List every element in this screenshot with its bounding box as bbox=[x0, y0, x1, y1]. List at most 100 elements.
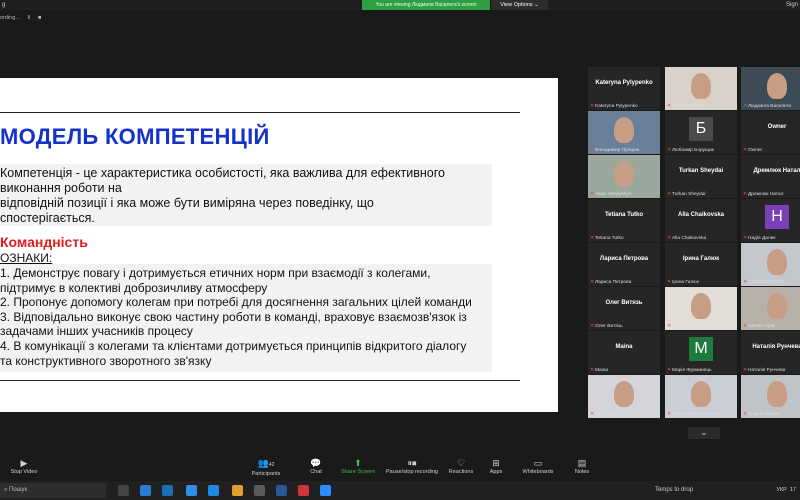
participant-face bbox=[767, 381, 787, 407]
muted-mic-icon: ✕ bbox=[590, 148, 595, 153]
sign-in-link[interactable]: Sign bbox=[786, 0, 798, 10]
language-indicator: УКР bbox=[776, 487, 787, 493]
top-bar: g You are viewing Людмила Василега's scr… bbox=[0, 0, 800, 10]
chevron-down-icon: ⌄ bbox=[700, 428, 708, 437]
reactions-label: Reactions bbox=[448, 469, 474, 475]
participant-name-label: ✕Ната Barbe bbox=[590, 412, 621, 417]
notes-button[interactable]: ▤ Notes bbox=[570, 457, 594, 475]
definition-line: відповідній позиції і яка може бути вимі… bbox=[0, 196, 374, 210]
browser-icon[interactable] bbox=[208, 485, 219, 496]
whiteboards-button[interactable]: ▭ Whiteboards bbox=[518, 457, 558, 475]
participant-tile[interactable]: Turkan Sheydai ✕Turkan Sheydai bbox=[665, 155, 737, 198]
store-icon[interactable] bbox=[186, 485, 197, 496]
participant-face bbox=[614, 161, 634, 187]
taskbar-search-box[interactable]: ⌕ Пошук bbox=[0, 483, 106, 498]
participant-tile[interactable]: ✕Galyna Kryvenko bbox=[741, 243, 800, 286]
zoom-icon[interactable] bbox=[320, 485, 331, 496]
participant-name-label: ✕Vitalii Vasylyshyn bbox=[590, 192, 632, 197]
reactions-button[interactable]: ♡ Reactions bbox=[446, 457, 476, 475]
recording-indicator: ording... II ■ bbox=[0, 12, 47, 24]
stop-recording-icon[interactable]: ■ bbox=[38, 12, 41, 24]
participant-name-label: ✕Дремлюк Натал bbox=[743, 192, 784, 197]
chat-button[interactable]: 💬 Chat bbox=[302, 457, 330, 475]
meeting-toolbar: ▶︎ Stop Video 👥42 Participants 💬 Chat ⬆ … bbox=[0, 455, 800, 481]
muted-mic-icon: ✕ bbox=[743, 280, 748, 285]
stop-video-button[interactable]: ▶︎ Stop Video bbox=[6, 457, 42, 475]
list-item: 1. Демонструє повагу і дотримується етич… bbox=[0, 266, 431, 280]
signs-label: ОЗНАКИ: bbox=[0, 251, 53, 265]
participant-tile[interactable]: Maina ✕Maina bbox=[588, 331, 660, 374]
muted-mic-icon: ✕ bbox=[743, 236, 748, 241]
participant-name-label: ✕Любомир Борущак bbox=[667, 148, 714, 153]
apps-grid-icon: ⊞ bbox=[492, 458, 500, 468]
participant-name-label: ✕Наталія Рунчева bbox=[743, 368, 786, 373]
participant-tile[interactable]: ✕Лілія Хайдарова bbox=[665, 287, 737, 330]
participant-face bbox=[767, 293, 787, 319]
pause-stop-icon: ⏸⏹ bbox=[407, 458, 417, 468]
participants-count: 42 bbox=[268, 462, 275, 468]
participant-tile[interactable]: ✕Людмила Василега bbox=[741, 67, 800, 110]
participant-tile[interactable]: ✕Natalia Opar bbox=[741, 287, 800, 330]
participant-tile[interactable]: Б ✕Любомир Борущак bbox=[665, 111, 737, 154]
pause-recording-icon[interactable]: II bbox=[27, 12, 30, 24]
participant-display-name: Kateryna Pylypenko bbox=[595, 80, 653, 86]
slide-top-divider bbox=[0, 112, 520, 113]
participant-tile[interactable]: ✕Володимир Процюк bbox=[588, 111, 660, 154]
outlook-icon[interactable] bbox=[162, 485, 173, 496]
participant-tile[interactable]: Owner ✕Owner bbox=[741, 111, 800, 154]
muted-mic-icon: ✕ bbox=[667, 192, 672, 197]
participant-tile[interactable]: Наталія Рунчева ✕Наталія Рунчева bbox=[741, 331, 800, 374]
system-tray[interactable]: УКР 17 bbox=[776, 481, 796, 500]
view-options-button[interactable]: View Options ⌄ bbox=[490, 0, 548, 10]
stop-video-label: Stop Video bbox=[10, 469, 38, 475]
participant-name-label: ✕Олег Витязь bbox=[590, 324, 623, 329]
participant-tile[interactable]: Tetiana Tutko ✕Tetiana Tutko bbox=[588, 199, 660, 242]
participant-tile[interactable]: ✕Vitalii Vasylyshyn bbox=[588, 155, 660, 198]
participant-name-label: ✕Ірина Галюк bbox=[667, 280, 699, 285]
participant-tile[interactable]: ✕Андрій Шатіль bbox=[741, 375, 800, 418]
apps-label: Apps bbox=[489, 469, 503, 475]
participant-tile[interactable]: ✕Ната Barbe bbox=[588, 375, 660, 418]
participant-tile[interactable]: М ✕Марія Фурманець bbox=[665, 331, 737, 374]
word-icon[interactable] bbox=[276, 485, 287, 496]
wps-icon[interactable] bbox=[298, 485, 309, 496]
gallery-next-page-button[interactable]: ⌄ bbox=[688, 427, 720, 439]
edge-icon[interactable] bbox=[140, 485, 151, 496]
participant-name-label: ✕Марія Фурманець bbox=[667, 368, 712, 373]
pause-recording-button[interactable]: ⏸⏹ Pause/stop recording bbox=[384, 457, 440, 475]
participant-tile[interactable]: Kateryna Pylypenko ✕Kateryna Pylypenko bbox=[588, 67, 660, 110]
participant-name-label: ✕Лариса Петрова bbox=[590, 280, 632, 285]
participant-face bbox=[767, 249, 787, 275]
task-view-icon[interactable] bbox=[118, 485, 129, 496]
shared-screen-slide: МОДЕЛЬ КОМПЕТЕНЦІЙ Компетенція - це хара… bbox=[0, 78, 558, 412]
participants-button[interactable]: 👥42 Participants bbox=[244, 457, 288, 477]
participant-name-label: ✕Owner bbox=[743, 148, 763, 153]
participant-tile[interactable]: Олег Витязь ✕Олег Витязь bbox=[588, 287, 660, 330]
muted-mic-icon: ✕ bbox=[743, 368, 748, 373]
weather-widget[interactable]: Temps to drop bbox=[655, 481, 693, 500]
recording-label: ording... bbox=[0, 15, 20, 21]
participant-tile[interactable]: Н ✕Надія Далик bbox=[741, 199, 800, 242]
definition-line: виконання роботи на bbox=[0, 181, 122, 195]
participant-name-label: ✕Володимир Процюк bbox=[590, 148, 639, 153]
app-icon[interactable] bbox=[254, 485, 265, 496]
participant-tile[interactable]: ✕Олександр Пристемс bbox=[665, 375, 737, 418]
participant-display-name: Лариса Петрова bbox=[599, 256, 649, 262]
share-screen-button[interactable]: ⬆ Share Screen bbox=[340, 457, 376, 475]
signs-list: 1. Демонструє повагу і дотримується етич… bbox=[0, 266, 492, 368]
participant-display-name: Owner bbox=[767, 124, 787, 130]
participant-tile[interactable]: Alla Chaikovska ✕Alla Chaikovska bbox=[665, 199, 737, 242]
apps-button[interactable]: ⊞ Apps bbox=[484, 457, 508, 475]
folder-icon[interactable] bbox=[232, 485, 243, 496]
participant-tile[interactable]: Дремлюк Натал ✕Дремлюк Натал bbox=[741, 155, 800, 198]
muted-mic-icon: ✕ bbox=[590, 280, 595, 285]
participant-tile[interactable]: Лариса Петрова ✕Лариса Петрова bbox=[588, 243, 660, 286]
muted-mic-icon: ✕ bbox=[667, 104, 672, 109]
participant-name-label: ✕Maina bbox=[590, 368, 609, 373]
participant-tile[interactable]: ✕ЕНТУНГ КЦПО bbox=[665, 67, 737, 110]
participants-gallery: Kateryna Pylypenko ✕Kateryna Pylypenko ✕ЕН… bbox=[588, 67, 800, 441]
list-item: задачами інших учасників процесу bbox=[0, 324, 193, 339]
notes-icon: ▤ bbox=[577, 458, 587, 468]
participant-tile[interactable]: Ірина Галюк ✕Ірина Галюк bbox=[665, 243, 737, 286]
definition-line: спостерігається. bbox=[0, 211, 95, 225]
